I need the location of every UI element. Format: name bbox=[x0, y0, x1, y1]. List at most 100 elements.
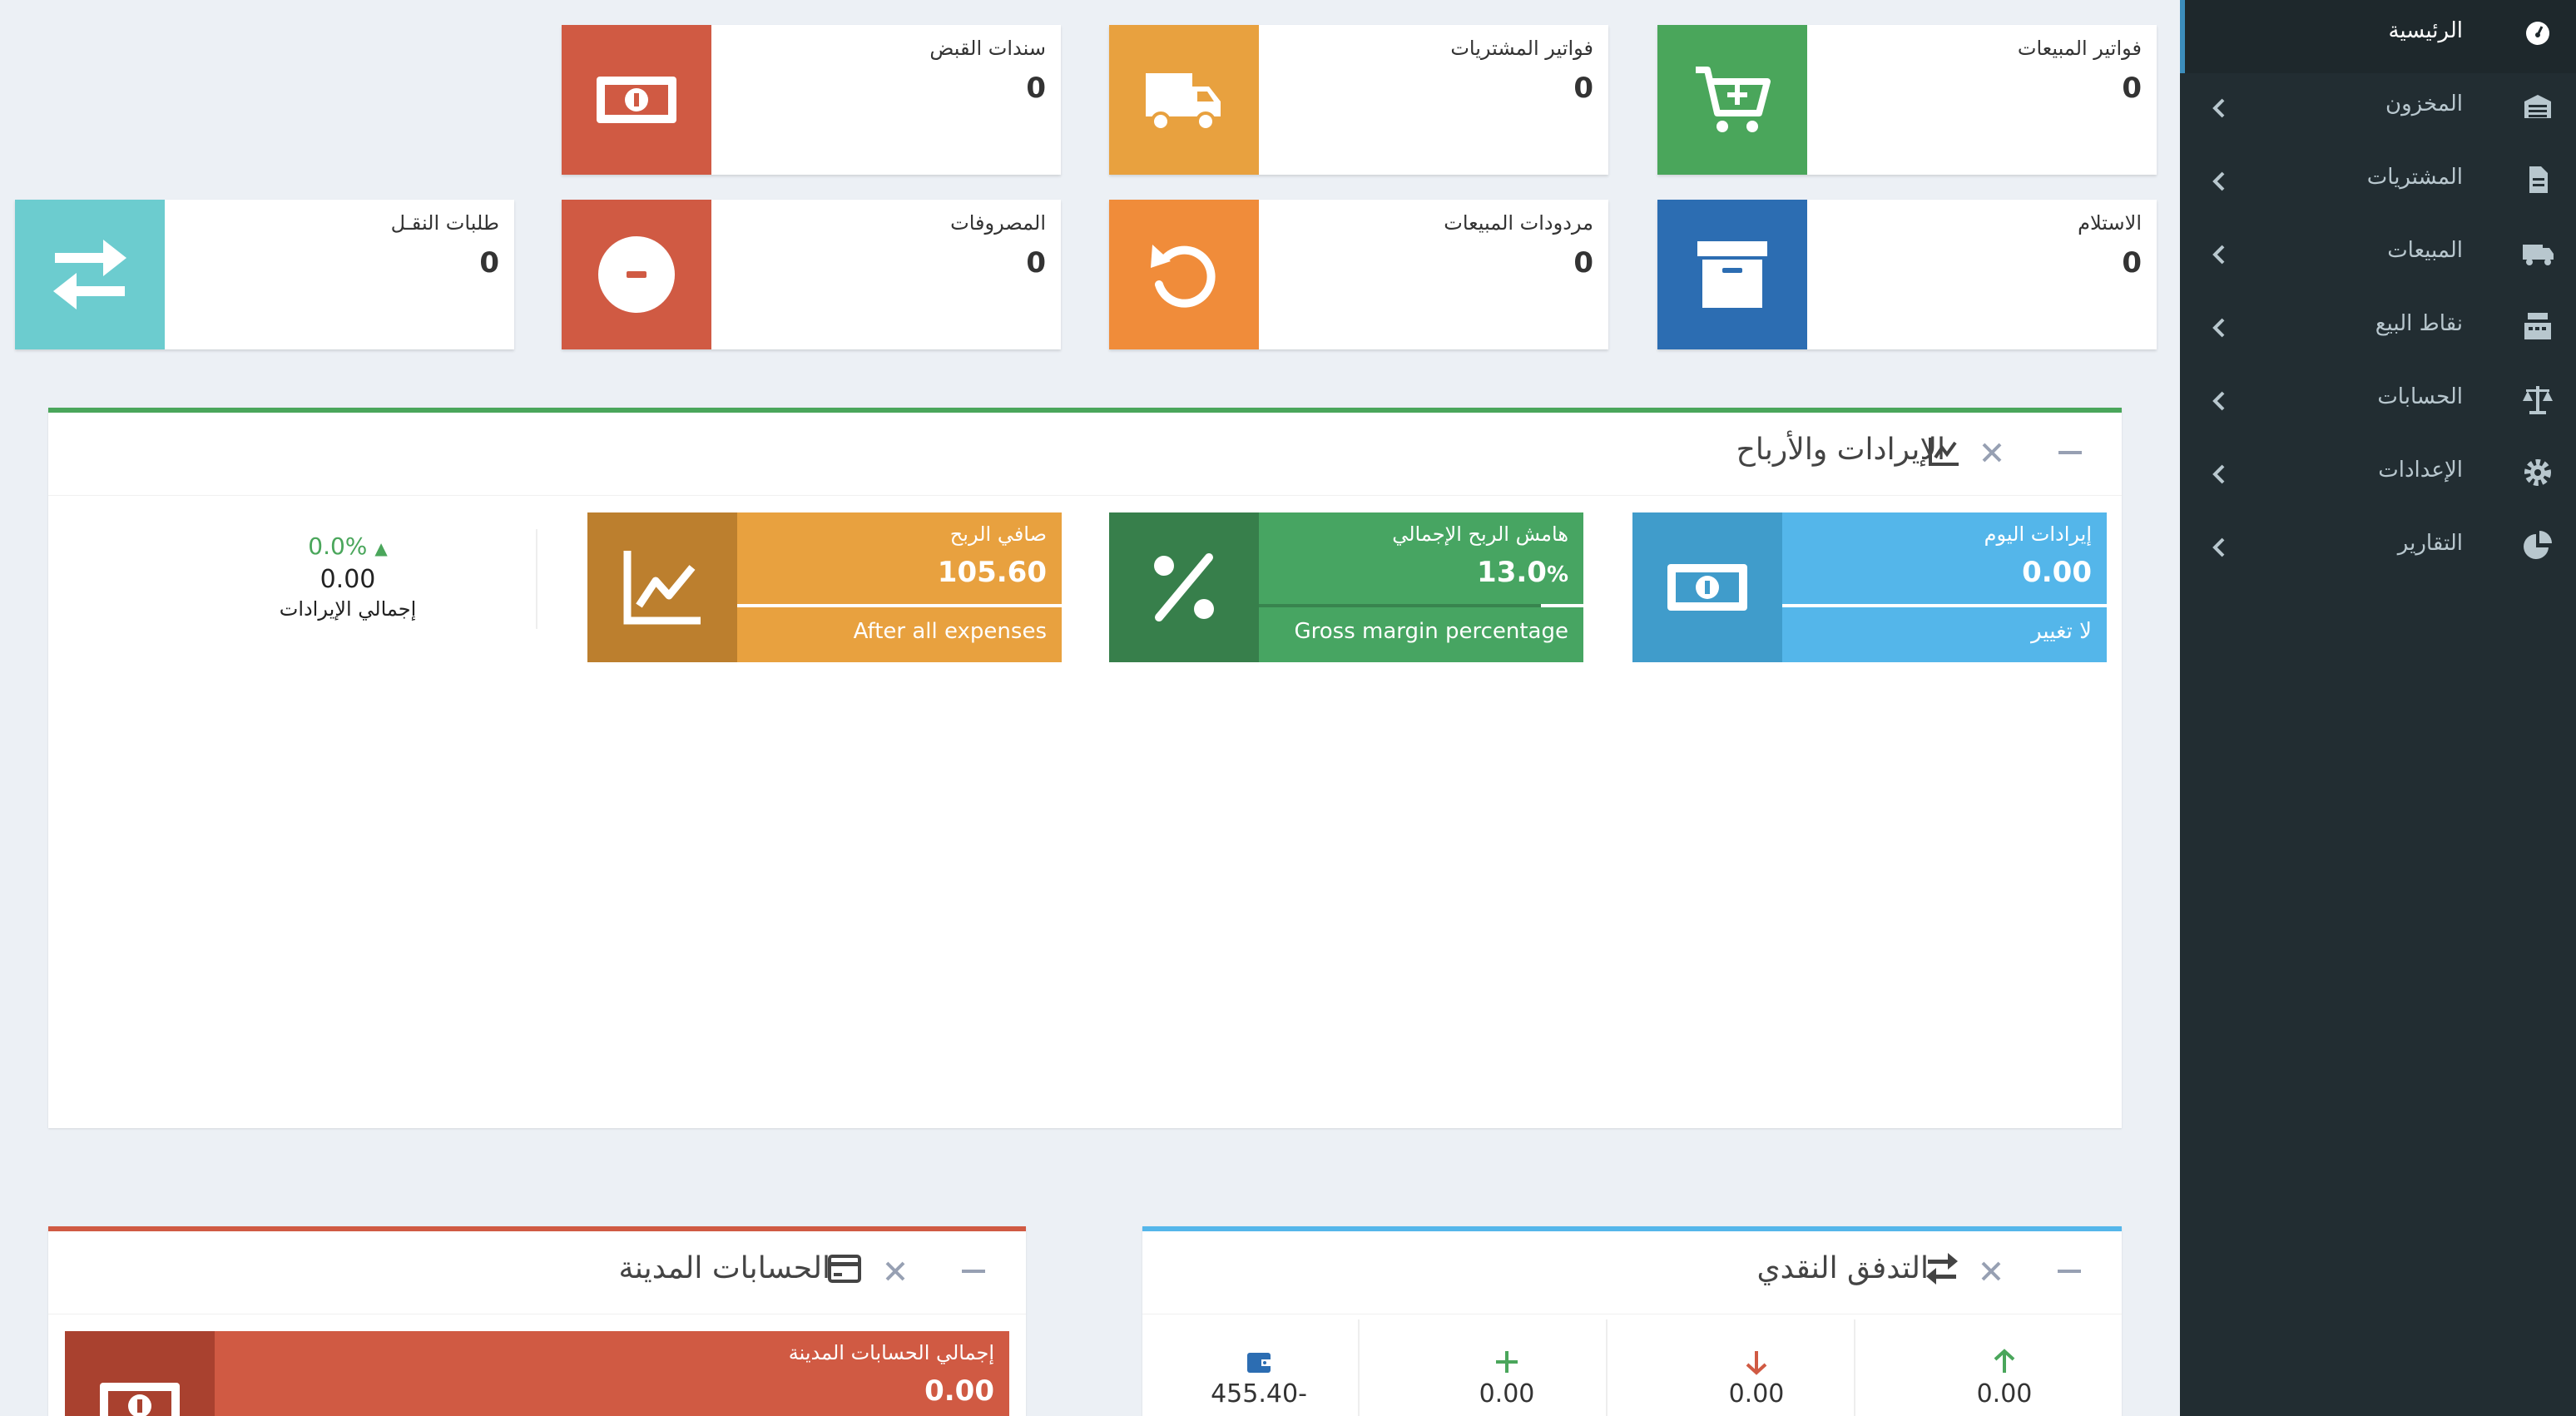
divider bbox=[536, 529, 537, 629]
progress-bar bbox=[1259, 604, 1583, 607]
info-box-sales-invoices[interactable]: فواتير المبيعات 0 bbox=[1657, 25, 2157, 175]
info-box-title: مردودات المبيعات bbox=[1444, 211, 1593, 235]
info-box-title: فواتير المبيعات bbox=[2017, 37, 2142, 60]
summary-change: 0.0% ▲ bbox=[173, 532, 523, 560]
line-chart-icon bbox=[623, 551, 701, 625]
cashflow-value: 0.00 bbox=[1976, 1379, 2033, 1409]
progress-bar-fill bbox=[1541, 604, 1583, 607]
cart-plus-icon bbox=[1696, 67, 1771, 132]
sidebar: الرئيسية المخزون المشتريات المبيعات نقاط… bbox=[2180, 0, 2576, 1416]
sidebar-item-settings[interactable]: الإعدادات bbox=[2180, 439, 2576, 512]
balance-scale-icon bbox=[2523, 386, 2553, 414]
chevron-left-icon bbox=[2212, 98, 2225, 118]
info-box-value: 0 bbox=[1573, 72, 1593, 105]
money-bill-icon bbox=[100, 1383, 180, 1416]
sidebar-item-pos[interactable]: نقاط البيع bbox=[2180, 293, 2576, 366]
arrow-up-icon bbox=[1994, 1349, 2015, 1373]
info-box-title: فواتير المشتريات bbox=[1450, 37, 1593, 60]
truck-icon bbox=[1146, 73, 1221, 131]
stat-box-label: إجمالي الحسابات المدينة bbox=[788, 1341, 994, 1364]
stat-box-number: 13.0 bbox=[1477, 556, 1547, 589]
pie-chart-icon bbox=[2524, 531, 2552, 559]
minimize-icon[interactable] bbox=[2053, 1255, 2086, 1288]
sidebar-item-home[interactable]: الرئيسية bbox=[2180, 0, 2576, 73]
chevron-left-icon bbox=[2212, 391, 2225, 411]
info-box-icon bbox=[562, 200, 711, 349]
panel-title: الحسابات المدينة bbox=[618, 1251, 830, 1285]
info-box-value: 0 bbox=[1573, 246, 1593, 280]
revenue-summary: 0.0% ▲ 0.00 إجمالي الإيرادات bbox=[173, 532, 523, 621]
revenue-profit-panel: الإيرادات والأرباح إيرادات اليوم 0.00 لا… bbox=[48, 408, 2122, 1128]
summary-change-value: 0.0% bbox=[308, 532, 368, 560]
panel-title: التدفق النقدي bbox=[1756, 1251, 1929, 1285]
arrow-down-icon bbox=[1746, 1351, 1767, 1375]
money-bill-icon bbox=[1667, 564, 1747, 611]
close-icon[interactable] bbox=[879, 1255, 912, 1288]
chevron-left-icon bbox=[2212, 464, 2225, 484]
info-box-transfer-requests[interactable]: طلبات النقـل 0 bbox=[15, 200, 514, 349]
sidebar-item-label: نقاط البيع bbox=[2375, 311, 2463, 336]
info-box-icon bbox=[562, 25, 711, 175]
stat-box-label: إيرادات اليوم bbox=[1984, 522, 2092, 546]
minus-circle-icon bbox=[598, 236, 675, 313]
stat-box-label: صافي الربح bbox=[949, 522, 1047, 546]
cashflow-value: 455.40- bbox=[1211, 1379, 1307, 1409]
info-box-value: 0 bbox=[2122, 246, 2142, 280]
cashflow-value: 0.00 bbox=[1479, 1379, 1535, 1409]
stat-box-net-profit[interactable]: صافي الربح 105.60 After all expenses bbox=[587, 512, 1062, 662]
info-box-title: سندات القبض bbox=[929, 37, 1046, 60]
stat-box-value: 105.60 bbox=[937, 556, 1047, 589]
stat-box-value: 0.00 bbox=[2022, 556, 2092, 589]
info-box-receiving[interactable]: الاستلام 0 bbox=[1657, 200, 2157, 349]
close-icon[interactable] bbox=[1974, 1255, 2008, 1288]
caret-up-icon: ▲ bbox=[374, 538, 388, 558]
plus-icon bbox=[1496, 1351, 1518, 1373]
chevron-left-icon bbox=[2212, 245, 2225, 265]
stat-box-icon bbox=[587, 512, 737, 662]
exchange-icon bbox=[1926, 1253, 1958, 1285]
progress-bar-fill bbox=[737, 604, 1062, 607]
info-box-sales-returns[interactable]: مردودات المبيعات 0 bbox=[1109, 200, 1608, 349]
sidebar-item-label: الحسابات bbox=[2377, 384, 2463, 409]
summary-value: 0.00 bbox=[320, 565, 376, 594]
info-box-value: 0 bbox=[1026, 246, 1046, 280]
stat-box-value: 13.0% bbox=[1477, 556, 1568, 589]
archive-icon bbox=[1697, 241, 1767, 308]
sidebar-item-inventory[interactable]: المخزون bbox=[2180, 73, 2576, 146]
cashflow-inflow: 0.00 bbox=[1884, 1348, 2125, 1416]
cashflow-outflow: 0.00 bbox=[1636, 1348, 1877, 1416]
panel-header: الإيرادات والأرباح bbox=[48, 413, 2122, 496]
info-box-title: المصروفات bbox=[950, 211, 1046, 235]
cash-register-icon bbox=[2524, 313, 2551, 339]
panel-title: الإيرادات والأرباح bbox=[1736, 433, 1945, 467]
info-box-receipt-vouchers[interactable]: سندات القبض 0 bbox=[562, 25, 1061, 175]
minimize-icon[interactable] bbox=[2053, 436, 2087, 469]
progress-bar-fill bbox=[1782, 604, 2107, 607]
info-box-icon bbox=[1657, 25, 1807, 175]
cashflow-balance: 455.40- bbox=[1138, 1348, 1380, 1416]
chevron-left-icon bbox=[2212, 171, 2225, 191]
info-box-value: 0 bbox=[479, 246, 499, 280]
info-box-title: طلبات النقـل bbox=[390, 211, 499, 235]
stat-box-total-receivables[interactable]: إجمالي الحسابات المدينة 0.00 bbox=[65, 1331, 1009, 1416]
info-box-icon bbox=[1657, 200, 1807, 349]
stat-box-label: هامش الربح الإجمالي bbox=[1392, 522, 1568, 546]
info-box-expenses[interactable]: المصروفات 0 bbox=[562, 200, 1061, 349]
sidebar-item-purchases[interactable]: المشتريات bbox=[2180, 146, 2576, 220]
sidebar-item-accounts[interactable]: الحسابات bbox=[2180, 366, 2576, 439]
stat-box-today-revenue[interactable]: إيرادات اليوم 0.00 لا تغيير bbox=[1632, 512, 2107, 662]
dashboard-icon bbox=[2526, 22, 2549, 45]
chevron-left-icon bbox=[2212, 537, 2225, 557]
info-box-icon bbox=[15, 200, 165, 349]
stat-box-gross-margin[interactable]: هامش الربح الإجمالي 13.0% Gross margin p… bbox=[1109, 512, 1583, 662]
close-icon[interactable] bbox=[1975, 436, 2009, 469]
sidebar-item-label: الرئيسية bbox=[2388, 18, 2463, 43]
cog-icon bbox=[2524, 459, 2551, 486]
info-box-title: الاستلام bbox=[2078, 211, 2142, 235]
info-box-purchase-invoices[interactable]: فواتير المشتريات 0 bbox=[1109, 25, 1608, 175]
sidebar-item-sales[interactable]: المبيعات bbox=[2180, 220, 2576, 293]
chevron-left-icon bbox=[2212, 318, 2225, 338]
minimize-icon[interactable] bbox=[957, 1255, 990, 1288]
summary-label: إجمالي الإيرادات bbox=[279, 597, 417, 621]
sidebar-item-reports[interactable]: التقارير bbox=[2180, 512, 2576, 586]
